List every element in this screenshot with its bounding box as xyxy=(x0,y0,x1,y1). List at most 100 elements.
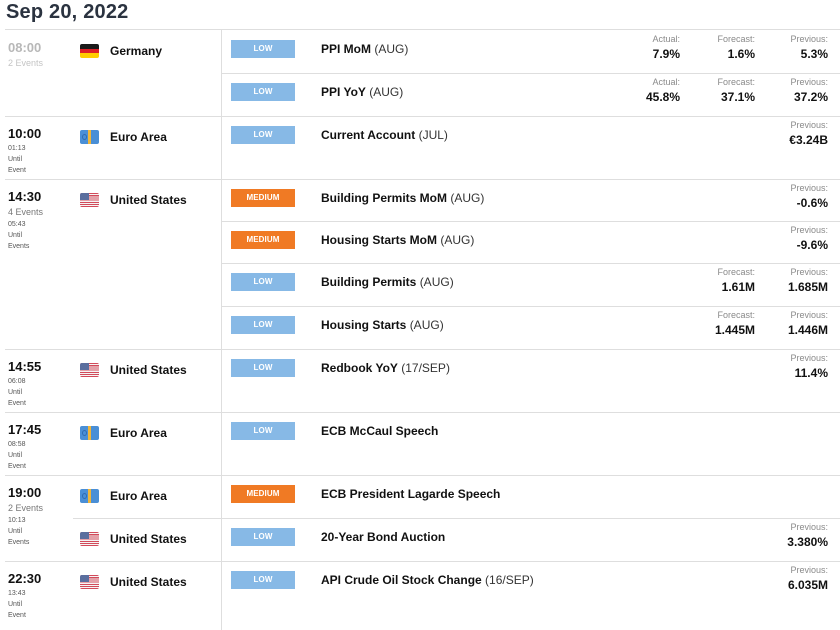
impact-badge: LOW xyxy=(231,273,295,291)
event-name[interactable]: Current Account (JUL) xyxy=(321,128,448,142)
event-row[interactable]: LOW ECB McCaul Speech xyxy=(222,412,840,475)
countdown-timer: 05:43 Until Events xyxy=(8,219,29,252)
event-title: Building Permits xyxy=(321,275,417,289)
event-period: (17/SEP) xyxy=(401,361,450,375)
countdown-label: Until xyxy=(8,528,23,535)
event-name[interactable]: 20-Year Bond Auction xyxy=(321,530,445,544)
previous-number: 1.685M xyxy=(787,280,828,294)
countdown-value: 13:43 xyxy=(8,590,26,597)
country-name: Euro Area xyxy=(110,489,167,503)
event-name[interactable]: Building Permits (AUG) xyxy=(321,275,454,289)
countdown-label: Event xyxy=(8,612,26,619)
event-title: API Crude Oil Stock Change xyxy=(321,573,482,587)
forecast-value: Forecast: 1.6% xyxy=(717,34,755,61)
actual-label: Actual: xyxy=(652,77,680,87)
row-divider xyxy=(222,221,840,222)
countdown-value: 06:08 xyxy=(8,378,26,385)
countdown-label: Events xyxy=(8,539,30,546)
forecast-label: Forecast: xyxy=(717,34,755,44)
flag-euro-area-icon xyxy=(80,426,99,440)
event-row[interactable]: LOW 20-Year Bond Auction Previous: 3.380% xyxy=(222,518,840,561)
previous-value: Previous: -9.6% xyxy=(790,225,828,252)
countdown-label: Until xyxy=(8,601,23,608)
event-row[interactable]: LOW Current Account (JUL) Previous: €3.24B xyxy=(222,116,840,179)
countdown-timer: 01:13 Until Event xyxy=(8,143,26,176)
event-name[interactable]: Redbook YoY (17/SEP) xyxy=(321,361,450,375)
previous-value: Previous: 1.685M xyxy=(788,267,828,294)
row-divider xyxy=(73,518,840,519)
event-name[interactable]: ECB McCaul Speech xyxy=(321,424,438,438)
event-row[interactable]: MEDIUM Housing Starts MoM (AUG) Previous: -… xyxy=(222,221,840,263)
events-count: 2 Events xyxy=(8,58,44,68)
countdown-timer: 13:43 Until Event xyxy=(8,588,26,621)
forecast-label: Forecast: xyxy=(717,310,755,320)
event-name[interactable]: Housing Starts MoM (AUG) xyxy=(321,233,474,247)
event-time: 17:45 xyxy=(8,422,42,437)
event-row[interactable]: LOW PPI MoM (AUG) Actual: 7.9% Forecast: 1.6%… xyxy=(222,30,840,73)
event-name[interactable]: ECB President Lagarde Speech xyxy=(321,487,500,501)
event-period: (AUG) xyxy=(374,42,409,56)
previous-value: Previous: 37.2% xyxy=(790,77,828,104)
previous-label: Previous: xyxy=(790,353,828,363)
impact-badge: MEDIUM xyxy=(231,231,295,249)
row-divider xyxy=(222,306,840,307)
event-title: Building Permits MoM xyxy=(321,191,447,205)
previous-number: 3.380% xyxy=(787,535,828,549)
country: United States xyxy=(80,363,187,377)
event-row[interactable]: MEDIUM Building Permits MoM (AUG) Previous… xyxy=(222,179,840,221)
previous-number: 1.446M xyxy=(787,323,828,337)
event-period: (AUG) xyxy=(450,191,485,205)
event-name[interactable]: Building Permits MoM (AUG) xyxy=(321,191,484,205)
event-row[interactable]: LOW PPI YoY (AUG) Actual: 45.8% Forecast: 37.… xyxy=(222,73,840,116)
event-row[interactable]: MEDIUM ECB President Lagarde Speech xyxy=(222,475,840,518)
countdown-timer: 10:13 Until Events xyxy=(8,515,29,548)
previous-label: Previous: xyxy=(790,267,828,277)
forecast-label: Forecast: xyxy=(717,77,755,87)
previous-value: Previous: -0.6% xyxy=(790,183,828,210)
previous-label: Previous: xyxy=(790,183,828,193)
event-title: PPI MoM xyxy=(321,42,371,56)
previous-label: Previous: xyxy=(790,77,828,87)
event-name[interactable]: API Crude Oil Stock Change (16/SEP) xyxy=(321,573,534,587)
event-row[interactable]: LOW Building Permits (AUG) Forecast: 1.61M P… xyxy=(222,263,840,306)
previous-number: 6.035M xyxy=(787,578,828,592)
event-row[interactable]: LOW Housing Starts (AUG) Forecast: 1.445M Pr… xyxy=(222,306,840,349)
previous-value: Previous: 11.4% xyxy=(790,353,828,380)
previous-number: -9.6% xyxy=(796,238,828,252)
event-name[interactable]: PPI YoY (AUG) xyxy=(321,85,403,99)
previous-label: Previous: xyxy=(790,34,828,44)
actual-value: Actual: 45.8% xyxy=(646,77,680,104)
impact-badge: LOW xyxy=(231,83,295,101)
previous-value: Previous: 3.380% xyxy=(787,522,828,549)
row-divider xyxy=(222,73,840,74)
event-title: ECB McCaul Speech xyxy=(321,424,439,438)
countdown-label: Event xyxy=(8,463,26,470)
event-row[interactable]: LOW API Crude Oil Stock Change (16/SEP) Pr… xyxy=(222,561,840,630)
events-count: 4 Events xyxy=(8,207,44,217)
impact-badge: LOW xyxy=(231,316,295,334)
country-name: United States xyxy=(110,363,187,377)
countdown-label: Event xyxy=(8,400,26,407)
countdown-label: Event xyxy=(8,167,26,174)
countdown-value: 01:13 xyxy=(8,145,26,152)
countdown-timer: 06:08 Until Event xyxy=(8,376,26,409)
event-period: (AUG) xyxy=(419,275,454,289)
impact-badge: LOW xyxy=(231,528,295,546)
previous-number: €3.24B xyxy=(789,133,828,147)
event-time: 14:55 xyxy=(8,359,42,374)
previous-label: Previous: xyxy=(790,120,828,130)
country-name: Germany xyxy=(110,44,163,58)
flag-united-states-icon xyxy=(80,193,99,207)
flag-euro-area-icon xyxy=(80,130,99,144)
actual-number: 45.8% xyxy=(645,90,680,104)
event-title: Housing Starts xyxy=(321,318,407,332)
event-period: (AUG) xyxy=(369,85,404,99)
event-name[interactable]: PPI MoM (AUG) xyxy=(321,42,408,56)
impact-badge: LOW xyxy=(231,422,295,440)
previous-label: Previous: xyxy=(790,522,828,532)
event-title: Current Account xyxy=(321,128,416,142)
country: Germany xyxy=(80,44,162,58)
event-row[interactable]: LOW Redbook YoY (17/SEP) Previous: 11.4% xyxy=(222,349,840,412)
event-name[interactable]: Housing Starts (AUG) xyxy=(321,318,444,332)
countdown-label: Until xyxy=(8,452,23,459)
